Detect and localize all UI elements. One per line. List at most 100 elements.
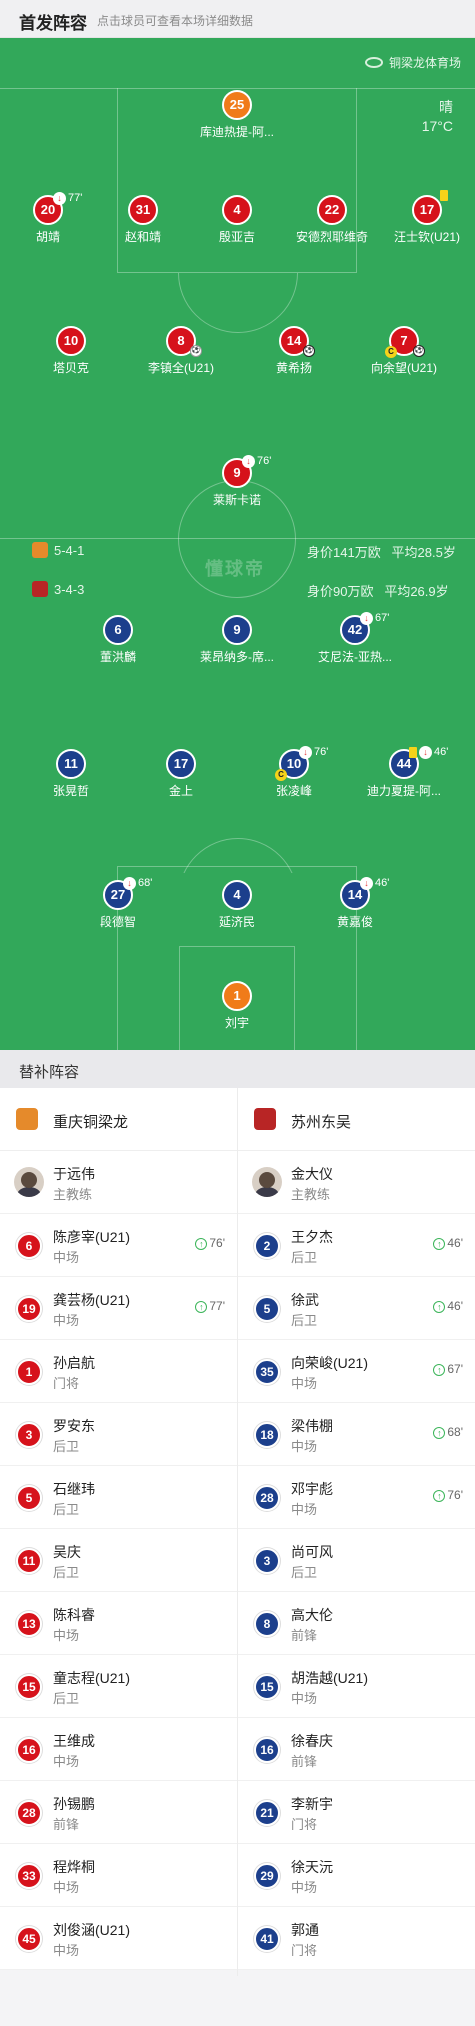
sub-position: 门将 xyxy=(291,1943,318,1958)
sub-in-time: 67' xyxy=(447,1362,463,1376)
player-away-9[interactable]: 9 莱昂纳多-席... xyxy=(172,615,302,665)
home-sub-row[interactable]: 5 石继玮 后卫 xyxy=(0,1466,237,1529)
player-away-4[interactable]: 4 延济民 xyxy=(172,880,302,930)
player-away-42[interactable]: 42 ↓ 67' 艾尼法-亚热... xyxy=(290,611,420,665)
player-name: 莱昂纳多-席... xyxy=(200,650,274,664)
home-sub-row[interactable]: 15 童志程(U21) 后卫 xyxy=(0,1655,237,1718)
player-home-25[interactable]: 25 库迪热提-阿... xyxy=(172,90,302,140)
sub-time: 76' xyxy=(314,746,329,758)
player-home-17[interactable]: 17 汪士钦(U21) xyxy=(362,190,475,245)
away-crest-icon xyxy=(32,581,48,597)
sub-number: 5 xyxy=(254,1296,280,1322)
player-home-8[interactable]: 8 ⚽ 李镇全(U21) xyxy=(116,326,246,376)
sub-position: 中场 xyxy=(291,1502,318,1517)
player-away-6[interactable]: 6 董洪麟 xyxy=(53,615,183,665)
player-away-27[interactable]: 27 ↓ 68' 段德智 xyxy=(53,876,183,930)
player-name: 董洪麟 xyxy=(99,650,136,664)
sub-position: 后卫 xyxy=(291,1565,318,1580)
player-number: 22 xyxy=(317,195,347,225)
sub-time: 46' xyxy=(434,746,449,758)
player-home-9[interactable]: 9 ↓ 76' 莱斯卡诺 xyxy=(172,454,302,508)
home-sub-row[interactable]: 45 刘俊涵(U21) 中场 xyxy=(0,1907,237,1970)
player-number: 31 xyxy=(128,195,158,225)
sub-in-marker: ↑ 77' xyxy=(195,1299,225,1313)
player-number: 4 xyxy=(222,880,252,910)
player-name: 艾尼法-亚热... xyxy=(318,650,392,664)
home-sub-row[interactable]: 33 程烨桐 中场 xyxy=(0,1844,237,1907)
player-away-44[interactable]: 44 ↓ 46' 迪力夏提-阿... xyxy=(339,745,469,799)
away-sub-row[interactable]: 29 徐天沅 中场 xyxy=(238,1844,475,1907)
subs-header: 替补阵容 xyxy=(0,1050,475,1088)
sub-in-time: 46' xyxy=(447,1236,463,1250)
player-number: 44 ↓ 46' xyxy=(389,745,448,779)
player-number-text: 9 xyxy=(233,465,241,480)
sub-out-icon: ↓ xyxy=(53,191,66,205)
sub-number: 8 xyxy=(254,1611,280,1637)
sub-in-marker: ↑ 68' xyxy=(433,1425,463,1439)
coach-name: 金大仪 xyxy=(291,1166,333,1182)
away-sub-row[interactable]: 16 徐春庆 前锋 xyxy=(238,1718,475,1781)
sub-name: 孙启航 xyxy=(53,1355,95,1371)
sub-name: 王夕杰 xyxy=(291,1229,333,1245)
home-value-text: 身价141万欧 xyxy=(307,545,381,560)
player-home-7[interactable]: 7 C ⚽ 向余望(U21) xyxy=(339,326,469,376)
sub-position: 前锋 xyxy=(291,1628,318,1643)
player-away-17[interactable]: 17 金上 xyxy=(116,749,246,799)
sub-name: 王维成 xyxy=(53,1733,95,1749)
player-number: 9 xyxy=(222,615,252,645)
away-sub-row[interactable]: 21 李新宇 门将 xyxy=(238,1781,475,1844)
away-sub-row[interactable]: 18 梁伟棚 中场 ↑ 68' xyxy=(238,1403,475,1466)
player-number: 9 ↓ 76' xyxy=(222,454,271,488)
player-away-1[interactable]: 1 刘宇 xyxy=(172,981,302,1031)
away-coach[interactable]: 金大仪 主教练 xyxy=(238,1151,475,1214)
home-sub-row[interactable]: 11 吴庆 后卫 xyxy=(0,1529,237,1592)
away-team-header[interactable]: 苏州东吴 xyxy=(238,1088,475,1151)
sub-in-icon: ↑ xyxy=(433,1364,446,1376)
home-sub-row[interactable]: 3 罗安东 后卫 xyxy=(0,1403,237,1466)
home-formation: 5-4-1 xyxy=(32,542,84,558)
away-sub-row[interactable]: 41 郭通 门将 xyxy=(238,1907,475,1970)
player-away-14[interactable]: 14 ↓ 46' 黄嘉俊 xyxy=(290,876,420,930)
player-number-text: 17 xyxy=(419,202,435,217)
yellow-card-icon xyxy=(409,746,417,758)
sub-number: 41 xyxy=(254,1926,280,1952)
home-sub-row[interactable]: 1 孙启航 门将 xyxy=(0,1340,237,1403)
sub-position: 中场 xyxy=(53,1943,80,1958)
away-sub-row[interactable]: 28 邓宇彪 中场 ↑ 76' xyxy=(238,1466,475,1529)
sub-out-icon: ↓ xyxy=(360,611,373,625)
goal-icon: ⚽ xyxy=(303,345,315,357)
watermark: 懂球帝 xyxy=(205,559,265,579)
sub-time: 76' xyxy=(257,455,272,467)
player-name: 金上 xyxy=(168,784,193,798)
sub-name: 徐春庆 xyxy=(291,1733,333,1749)
sub-out-icon: ↓ xyxy=(360,876,373,890)
home-sub-row[interactable]: 28 孙锡鹏 前锋 xyxy=(0,1781,237,1844)
home-sub-row[interactable]: 19 龚芸杨(U21) 中场 ↑ 77' xyxy=(0,1277,237,1340)
subs-divider xyxy=(237,1088,238,1976)
goal-icon: ⚽ xyxy=(413,345,425,357)
sub-position: 中场 xyxy=(291,1376,318,1391)
home-sub-row[interactable]: 16 王维成 中场 xyxy=(0,1718,237,1781)
away-sub-row[interactable]: 8 高大伦 前锋 xyxy=(238,1592,475,1655)
sub-number: 15 xyxy=(254,1674,280,1700)
home-sub-row[interactable]: 13 陈科睿 中场 xyxy=(0,1592,237,1655)
page-title: 首发阵容 xyxy=(19,14,87,33)
player-number: 17 xyxy=(412,190,448,225)
sub-in-time: 76' xyxy=(447,1488,463,1502)
away-sub-row[interactable]: 5 徐武 后卫 ↑ 46' xyxy=(238,1277,475,1340)
player-number: 10 xyxy=(56,326,86,356)
home-team-header[interactable]: 重庆铜梁龙 xyxy=(0,1088,237,1151)
away-sub-row[interactable]: 15 胡浩越(U21) 中场 xyxy=(238,1655,475,1718)
sub-out-marker: ↓ 76' xyxy=(242,454,271,468)
home-coach[interactable]: 于远伟 主教练 xyxy=(0,1151,237,1214)
away-value-text: 身价90万欧 xyxy=(307,584,374,599)
player-name: 向余望(U21) xyxy=(370,361,437,375)
home-sub-row[interactable]: 6 陈彦宰(U21) 中场 ↑ 76' xyxy=(0,1214,237,1277)
player-number: 6 xyxy=(103,615,133,645)
player-number: 8 ⚽ xyxy=(166,326,202,357)
away-sub-row[interactable]: 2 王夕杰 后卫 ↑ 46' xyxy=(238,1214,475,1277)
away-sub-row[interactable]: 3 尚可风 后卫 xyxy=(238,1529,475,1592)
weather: 晴 17°C xyxy=(422,98,453,136)
sub-number: 11 xyxy=(16,1548,42,1574)
away-sub-row[interactable]: 35 向荣峻(U21) 中场 ↑ 67' xyxy=(238,1340,475,1403)
